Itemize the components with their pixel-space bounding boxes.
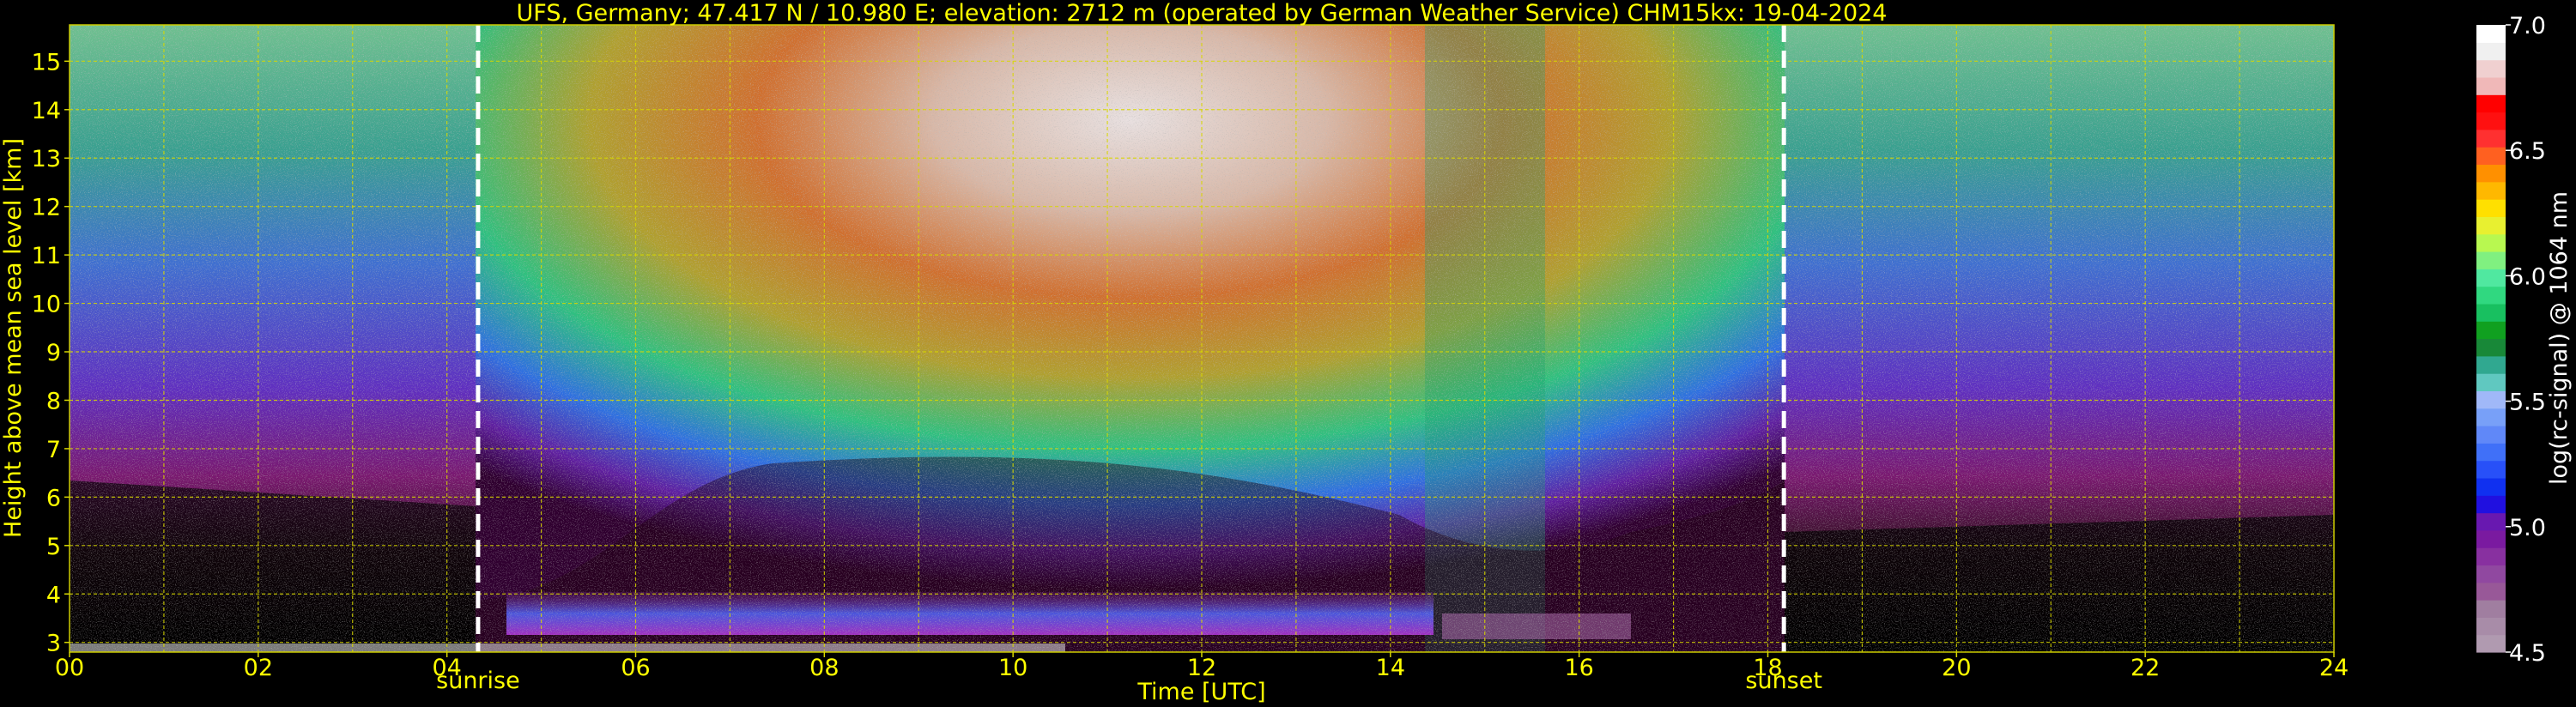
x-tick-label: 12 xyxy=(1187,655,1216,681)
colorbar-tick-label: 4.5 xyxy=(2509,640,2546,667)
y-tick-label: 13 xyxy=(32,146,61,172)
y-tick-label: 14 xyxy=(32,98,61,124)
y-tick-label: 3 xyxy=(46,631,61,657)
colorbar-segment xyxy=(2476,460,2506,479)
sunset-label: sunset xyxy=(1745,668,1822,694)
colorbar-segment xyxy=(2476,600,2506,618)
x-tick-label: 16 xyxy=(1564,655,1593,681)
colorbar-segment xyxy=(2476,634,2506,653)
x-tick-label: 14 xyxy=(1376,655,1405,681)
colorbar-tick-label: 5.0 xyxy=(2509,515,2546,541)
colorbar-segment xyxy=(2476,390,2506,409)
colorbar-segment xyxy=(2476,477,2506,496)
colorbar-segment xyxy=(2476,25,2506,43)
colorbar-segment xyxy=(2476,565,2506,583)
x-tick-label: 10 xyxy=(998,655,1027,681)
colorbar-segment xyxy=(2476,59,2506,78)
y-tick-label: 7 xyxy=(46,437,61,463)
x-tick-label: 02 xyxy=(244,655,273,681)
colorbar-tick-label: 7.0 xyxy=(2509,13,2546,39)
colorbar-segment xyxy=(2476,355,2506,374)
colorbar-segment xyxy=(2476,512,2506,531)
x-tick-label: 20 xyxy=(1942,655,1971,681)
y-tick-label: 9 xyxy=(46,340,61,366)
y-tick-label: 4 xyxy=(46,582,61,608)
y-tick-label: 5 xyxy=(46,534,61,560)
y-tick-labels: 3 4 5 6 7 8 9 10 11 12 13 14 15 xyxy=(32,49,70,657)
y-tick-label: 10 xyxy=(32,292,61,318)
colorbar-segment xyxy=(2476,529,2506,548)
x-axis-label: Time [UTC] xyxy=(1136,679,1265,705)
x-tick-label: 00 xyxy=(55,655,84,681)
colorbar-segment xyxy=(2476,129,2506,148)
chart-title: UFS, Germany; 47.417 N / 10.980 E; eleva… xyxy=(517,0,1888,27)
y-tick-label: 8 xyxy=(46,388,61,414)
colorbar-segment xyxy=(2476,164,2506,183)
ceilometer-chart: 00 02 04 06 08 10 12 14 16 18 20 22 24 3456789101112… xyxy=(0,0,2573,705)
y-tick-label: 11 xyxy=(32,243,61,269)
y-axis-label: Height above mean sea level [km] xyxy=(0,138,27,538)
colorbar-segment xyxy=(2476,251,2506,269)
x-tick-labels: 00 02 04 06 08 10 12 14 16 18 20 22 24 xyxy=(55,652,2349,681)
colorbar-segment xyxy=(2476,582,2506,601)
colorbar-segment xyxy=(2476,426,2506,444)
colorbar-segment xyxy=(2476,94,2506,113)
colorbar-segment xyxy=(2476,76,2506,95)
sunrise-label: sunrise xyxy=(436,668,520,694)
colorbar-label: log(rc-signal) @ 1064 nm xyxy=(2546,191,2573,485)
colorbar-segment xyxy=(2476,408,2506,426)
colorbar-segment xyxy=(2476,181,2506,200)
colorbar-tick-labels: 4.5 5.0 5.5 6.0 6.5 7.0 xyxy=(2506,13,2546,667)
colorbar-tick-label: 5.5 xyxy=(2509,390,2546,416)
colorbar-segment xyxy=(2476,269,2506,287)
colorbar xyxy=(2476,25,2506,653)
colorbar-tick-label: 6.0 xyxy=(2509,263,2546,290)
colorbar-segment xyxy=(2476,547,2506,566)
y-tick-label: 6 xyxy=(46,485,61,511)
colorbar-segment xyxy=(2476,199,2506,217)
colorbar-segment xyxy=(2476,495,2506,514)
colorbar-segment xyxy=(2476,112,2506,130)
x-tick-label: 24 xyxy=(2319,655,2349,681)
colorbar-tick-label: 6.5 xyxy=(2509,138,2546,165)
colorbar-segment xyxy=(2476,147,2506,166)
colorbar-segment xyxy=(2476,373,2506,392)
x-tick-label: 22 xyxy=(2131,655,2160,681)
colorbar-segment xyxy=(2476,443,2506,462)
colorbar-segment xyxy=(2476,338,2506,357)
x-tick-label: 08 xyxy=(809,655,839,681)
y-tick-label: 12 xyxy=(32,195,61,221)
colorbar-segment xyxy=(2476,286,2506,305)
colorbar-segment xyxy=(2476,321,2506,340)
colorbar-segment xyxy=(2476,303,2506,322)
y-tick-label: 15 xyxy=(32,49,61,76)
x-tick-label: 06 xyxy=(621,655,650,681)
colorbar-segment xyxy=(2476,233,2506,252)
colorbar-segment xyxy=(2476,617,2506,636)
colorbar-segment xyxy=(2476,216,2506,235)
colorbar-segment xyxy=(2476,42,2506,61)
